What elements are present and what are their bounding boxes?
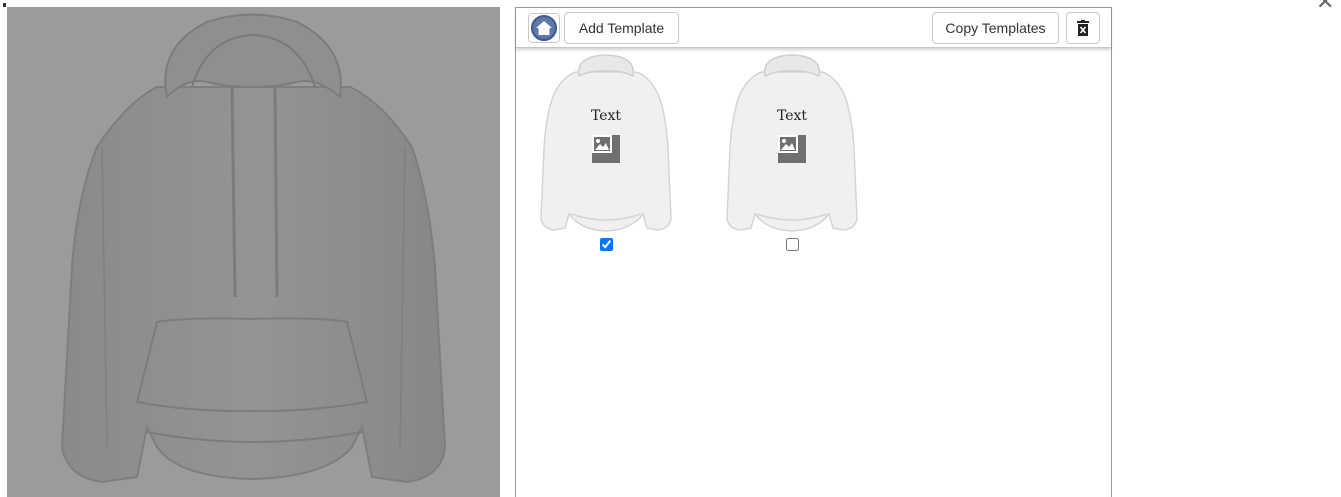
template-text: Text <box>590 108 622 124</box>
template-editor: Add Template Copy Templates Text Text <box>0 0 1341 497</box>
template-text: Text <box>776 108 808 124</box>
template-card: Text <box>707 54 877 251</box>
template-select-checkbox[interactable] <box>599 238 613 251</box>
delete-button[interactable] <box>1066 12 1100 44</box>
copy-templates-button[interactable]: Copy Templates <box>932 12 1059 44</box>
resize-handle[interactable] <box>3 3 6 7</box>
templates-toolbar: Add Template Copy Templates <box>516 8 1111 48</box>
image-placeholder-icon <box>778 135 806 163</box>
product-preview <box>7 7 500 497</box>
image-placeholder-icon <box>592 135 620 163</box>
home-icon <box>531 15 557 41</box>
add-template-button[interactable]: Add Template <box>564 12 679 44</box>
trash-icon <box>1077 20 1089 36</box>
close-icon[interactable]: ✕ <box>1316 0 1338 8</box>
template-select-checkbox[interactable] <box>785 238 799 251</box>
template-card: Text <box>521 54 691 251</box>
template-thumbnail[interactable]: Text <box>707 54 877 234</box>
hoodie-image <box>60 13 447 484</box>
templates-panel: Add Template Copy Templates Text Text <box>515 7 1112 497</box>
template-thumbnail[interactable]: Text <box>521 54 691 234</box>
home-button[interactable] <box>528 13 560 43</box>
